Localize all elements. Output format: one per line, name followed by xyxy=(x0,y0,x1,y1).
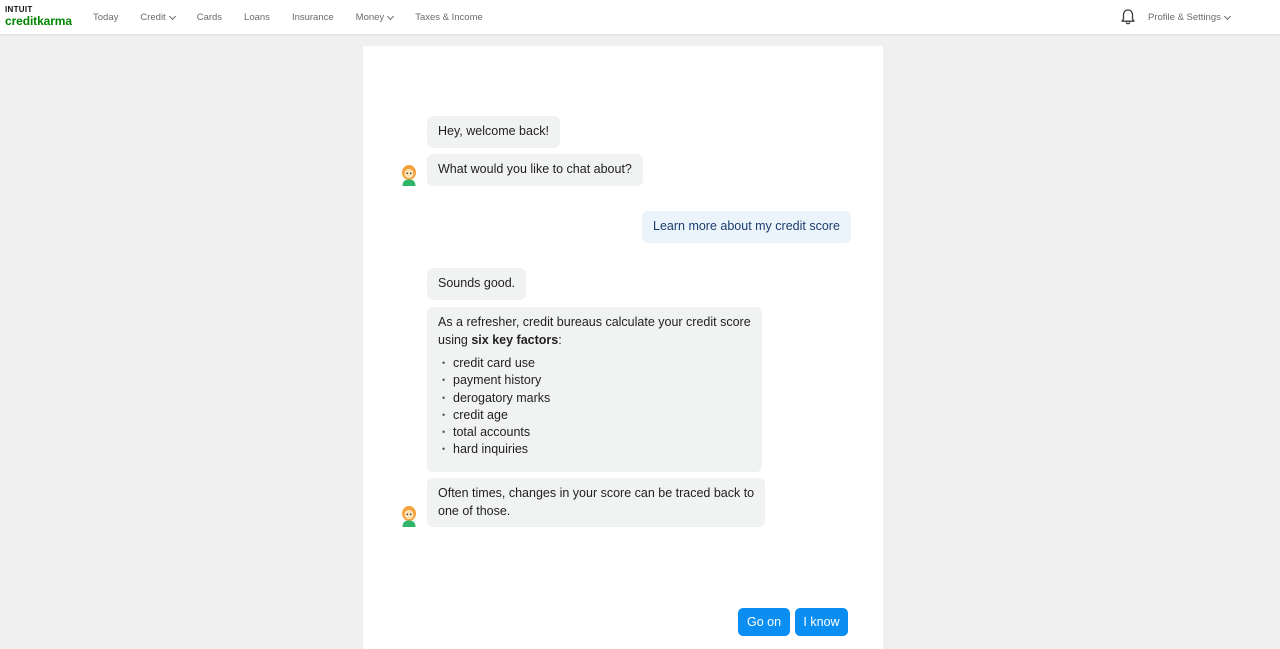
nav-item-label: Cards xyxy=(196,12,223,23)
list-item: total accounts xyxy=(438,424,751,442)
bot-avatar-icon xyxy=(402,506,416,527)
nav-item-money[interactable]: Money xyxy=(345,12,405,23)
nav-item-taxes-income[interactable]: Taxes & Income xyxy=(404,12,494,23)
nav-item-insurance[interactable]: Insurance xyxy=(281,12,345,23)
list-item: payment history xyxy=(438,372,751,390)
nav-item-label: Insurance xyxy=(291,12,334,23)
chevron-down-icon xyxy=(1223,12,1231,20)
message-text: As a refresher, credit bureaus calculate… xyxy=(438,315,751,329)
nav-item-today[interactable]: Today xyxy=(82,12,129,23)
message-text: Sounds good. xyxy=(438,276,516,290)
button-label: Go on xyxy=(746,615,782,629)
message-bold-text: six key factors xyxy=(471,332,559,347)
nav-item-label: Credit xyxy=(140,12,166,23)
nav-item-label: Loans xyxy=(244,12,270,23)
bot-message-closing: Often times, changes in your score can b… xyxy=(427,478,766,527)
chevron-down-icon xyxy=(168,12,176,20)
message-text-tail: : xyxy=(558,332,562,347)
message-text: Hey, welcome back! xyxy=(438,124,549,138)
bot-message-question: What would you like to chat about? xyxy=(427,154,643,186)
profile-settings-menu[interactable]: Profile & Settings xyxy=(1148,0,1231,35)
bell-icon[interactable] xyxy=(1120,8,1136,26)
message-text: Learn more about my credit score xyxy=(653,219,840,233)
message-text: What would you like to chat about? xyxy=(438,162,632,176)
logo-intuit-text: INTUIT xyxy=(5,5,33,14)
main-nav: Today Credit Cards Loans Insurance Money… xyxy=(82,0,494,35)
list-item: derogatory marks xyxy=(438,390,751,408)
nav-item-loans[interactable]: Loans xyxy=(233,12,281,23)
nav-item-label: Money xyxy=(355,12,385,23)
message-text-line2: one of those. xyxy=(438,503,511,518)
user-message: Learn more about my credit score xyxy=(642,211,851,243)
list-item: credit age xyxy=(438,407,751,425)
bot-message-refresher: As a refresher, credit bureaus calculate… xyxy=(427,307,762,472)
go-on-button[interactable]: Go on xyxy=(738,608,790,636)
list-item: hard inquiries xyxy=(438,441,751,459)
bot-avatar-icon xyxy=(402,165,416,186)
nav-item-credit[interactable]: Credit xyxy=(129,12,185,23)
button-label: I know xyxy=(803,615,840,629)
nav-item-label: Taxes & Income xyxy=(415,12,483,23)
message-text: Often times, changes in your score can b… xyxy=(438,486,755,500)
chevron-down-icon xyxy=(387,12,395,20)
chat-panel: Hey, welcome back! What would you like t… xyxy=(363,46,883,649)
bot-message-ack: Sounds good. xyxy=(427,268,527,300)
factors-list: credit card use payment history derogato… xyxy=(438,355,751,459)
list-item: credit card use xyxy=(438,355,751,373)
bot-message-greeting: Hey, welcome back! xyxy=(427,116,560,148)
profile-settings-label: Profile & Settings xyxy=(1148,12,1221,23)
nav-item-label: Today xyxy=(93,12,119,23)
i-know-button[interactable]: I know xyxy=(795,608,848,636)
top-navigation-bar: INTUIT creditkarma Today Credit Cards Lo… xyxy=(0,0,1280,35)
logo-creditkarma-text: creditkarma xyxy=(5,14,72,28)
creditkarma-logo[interactable]: INTUIT creditkarma xyxy=(5,5,72,28)
message-text-lead: using xyxy=(438,332,472,347)
nav-item-cards[interactable]: Cards xyxy=(186,12,233,23)
message-text-line2: using six key factors: xyxy=(438,332,751,350)
